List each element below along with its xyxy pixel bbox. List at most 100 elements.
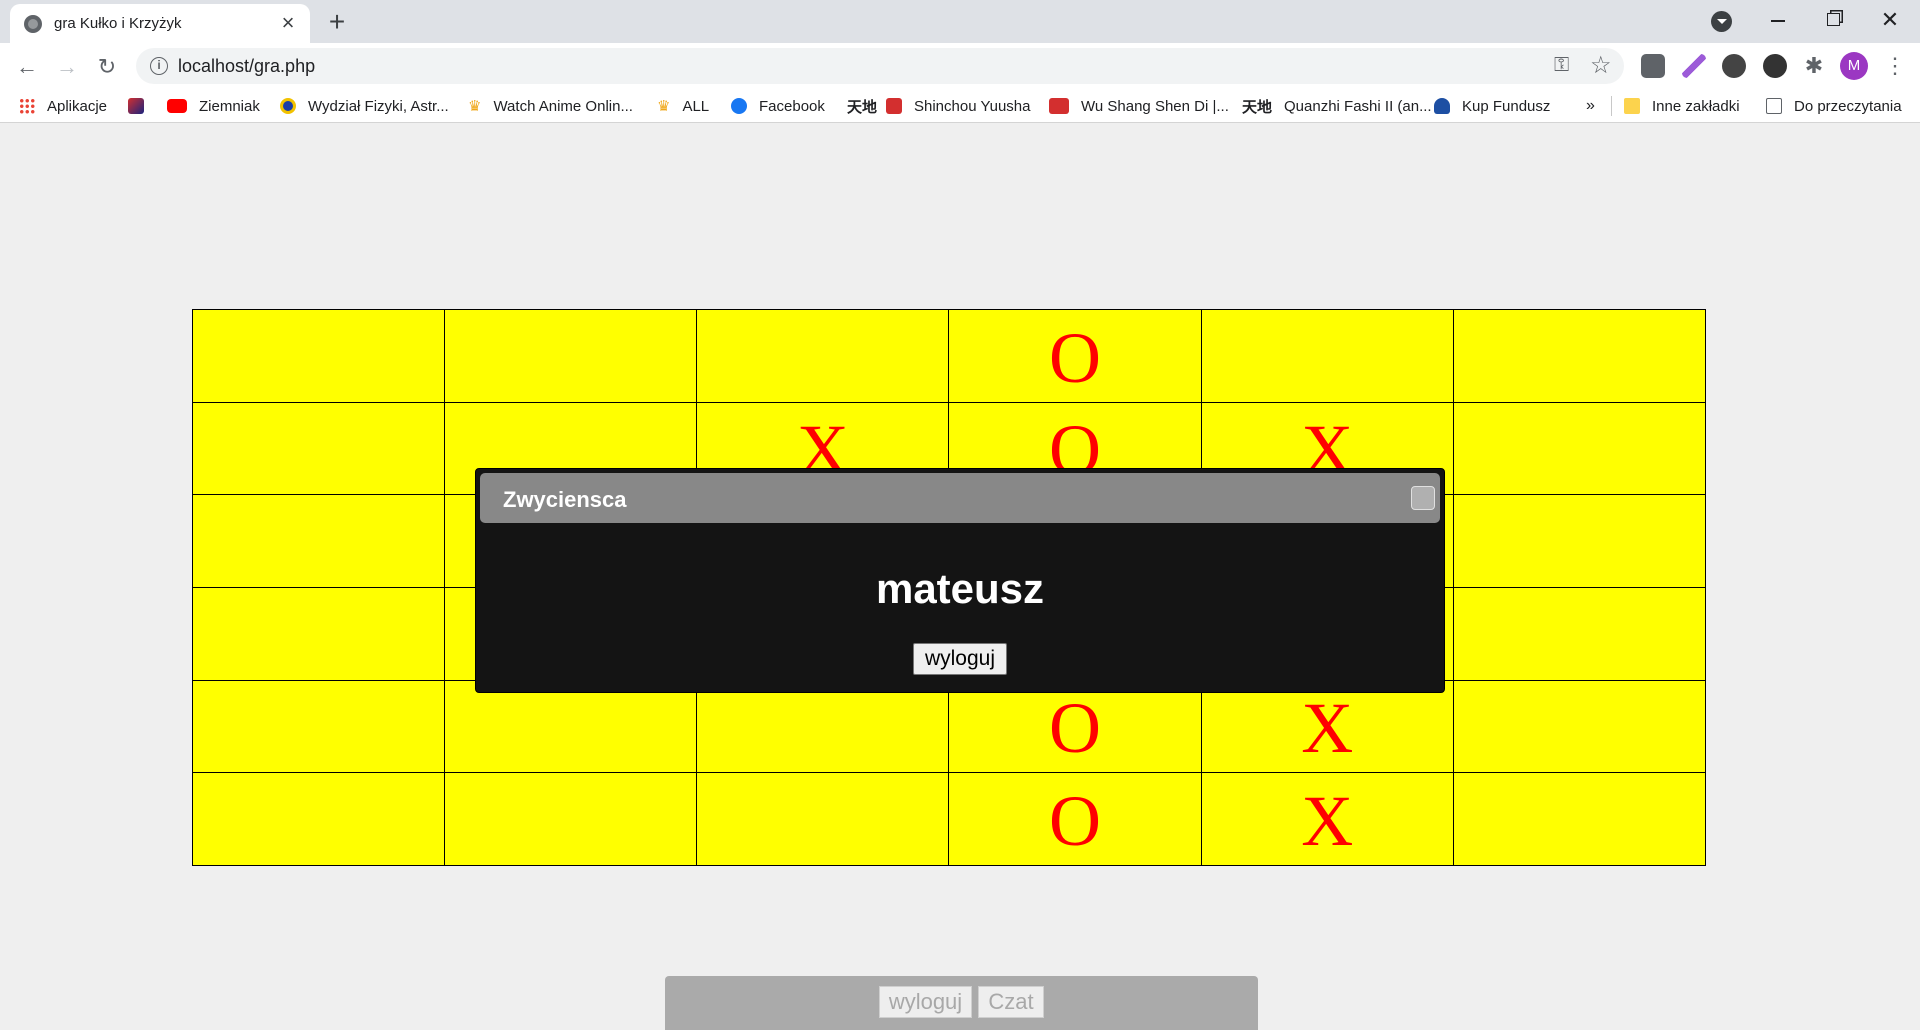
tab-strip: gra Kułko i Krzyżyk × + ✕ [0, 0, 1920, 43]
chat-button[interactable]: Czat [978, 986, 1044, 1018]
extension-icon[interactable] [1641, 54, 1665, 78]
bookmark-label: Inne zakładki [1652, 97, 1740, 115]
accessibility-extension-icon[interactable] [1763, 54, 1787, 78]
extensions-puzzle-icon[interactable]: ✱ [1802, 54, 1826, 78]
page-content: OXOXOXOX Zwyciensca mateusz wyloguj wylo… [0, 124, 1920, 1030]
bookmark-label: Wu Shang Shen Di |... [1081, 97, 1229, 115]
bookmark-facebook[interactable]: Facebook [731, 89, 825, 123]
kanji-icon: 天地 [847, 98, 878, 116]
board-cell[interactable] [191, 772, 446, 866]
minimize-icon [1771, 20, 1785, 22]
board-cell[interactable]: O [948, 309, 1202, 403]
facebook-icon [731, 98, 747, 114]
url-text[interactable]: localhost/gra.php [178, 56, 315, 77]
back-arrow-icon[interactable]: ← [10, 50, 44, 84]
board-cell[interactable] [1452, 586, 1707, 681]
dialog-close-button[interactable] [1411, 486, 1435, 510]
folder-icon [1624, 98, 1640, 114]
bookmark-apps[interactable]: Aplikacje [19, 89, 107, 123]
active-tab[interactable]: gra Kułko i Krzyżyk × [10, 4, 310, 43]
new-tab-button[interactable]: + [322, 8, 352, 38]
window-close-button[interactable]: ✕ [1870, 4, 1910, 36]
board-cell[interactable]: X [1200, 679, 1454, 774]
key-icon[interactable]: ⚿ [1554, 54, 1569, 77]
forward-arrow-icon[interactable]: → [50, 50, 84, 84]
dialog-titlebar[interactable]: Zwyciensca [480, 473, 1440, 523]
bookmark-reading-list[interactable]: Do przeczytania [1766, 89, 1902, 123]
extension-icon[interactable] [1722, 54, 1746, 78]
board-cell[interactable]: O [948, 679, 1202, 774]
board-cell[interactable] [1452, 401, 1707, 496]
bookmark-kanji[interactable]: 天地 [847, 89, 877, 123]
profile-avatar[interactable]: M [1840, 52, 1868, 80]
restore-button[interactable] [1813, 4, 1853, 36]
youtube-icon [167, 99, 187, 113]
bookmark-label: Do przeczytania [1794, 97, 1902, 115]
bookmark-star-icon[interactable]: ☆ [1590, 51, 1612, 80]
bottom-logout-button[interactable]: wyloguj [879, 986, 972, 1018]
winner-name: mateusz [875, 565, 1045, 612]
address-bar[interactable]: i localhost/gra.php ⚿ ☆ [136, 48, 1624, 84]
board-cell[interactable] [444, 309, 698, 403]
bookmark-label: Facebook [759, 97, 825, 115]
bookmark-label: Aplikacje [47, 97, 108, 115]
board-cell[interactable] [1452, 679, 1707, 774]
board-row: OX [191, 679, 1707, 774]
crown-icon: ♛ [468, 98, 482, 115]
apps-grid-icon [19, 98, 35, 114]
board-cell[interactable] [191, 309, 446, 403]
bookmark-image[interactable] [128, 89, 144, 123]
board-cell[interactable] [191, 401, 446, 496]
board-cell[interactable] [1452, 309, 1707, 403]
logout-button[interactable]: wyloguj [913, 643, 1007, 675]
board-cell[interactable] [1452, 772, 1707, 866]
reading-list-icon [1766, 98, 1782, 114]
bookmark-label: Wydział Fizyki, Astr... [308, 97, 449, 115]
board-cell[interactable] [696, 679, 950, 774]
bookmarks-bar: Aplikacje Ziemniak Wydział Fizyki, Astr.… [0, 89, 1920, 123]
w-site-icon [886, 98, 902, 114]
board-cell[interactable] [696, 772, 950, 866]
site-icon [128, 98, 144, 114]
menu-dots-icon[interactable]: ⋮ [1884, 52, 1906, 80]
bookmark-label: Ziemniak [199, 97, 260, 115]
bookmark-quanzhi[interactable]: 天地 Quanzhi Fashi II (an... [1242, 89, 1432, 123]
bookmark-label: Quanzhi Fashi II (an... [1284, 97, 1432, 115]
bookmark-all[interactable]: ♛ ALL [657, 89, 709, 123]
board-cell[interactable] [1200, 309, 1454, 403]
bookmark-label: Watch Anime Onlin... [493, 97, 633, 115]
cda-icon [1049, 98, 1069, 114]
winner-dialog: Zwyciensca mateusz wyloguj [475, 468, 1445, 693]
bookmark-wydzial[interactable]: Wydział Fizyki, Astr... [280, 89, 449, 123]
university-icon [280, 98, 296, 114]
bookmark-label: ALL [682, 97, 710, 115]
minimize-button[interactable] [1758, 4, 1798, 36]
bookmark-shinchou[interactable]: Shinchou Yuusha [886, 89, 1031, 123]
restore-icon [1826, 13, 1840, 26]
bookmark-wushang[interactable]: Wu Shang Shen Di |... [1049, 89, 1229, 123]
reload-icon[interactable]: ↻ [90, 50, 124, 84]
bookmark-watch-anime[interactable]: ♛ Watch Anime Onlin... [468, 89, 633, 123]
globe-icon [24, 14, 42, 33]
board-cell[interactable] [444, 679, 698, 774]
board-cell[interactable] [1452, 494, 1707, 588]
board-cell[interactable]: O [948, 772, 1202, 866]
bookmark-label: Shinchou Yuusha [914, 97, 1031, 115]
board-cell[interactable] [191, 586, 446, 681]
board-cell[interactable]: X [1200, 772, 1454, 866]
bookmark-label: Kup Fundusz [1462, 97, 1551, 115]
bookmarks-overflow-button[interactable]: » [1586, 89, 1595, 123]
site-info-icon[interactable]: i [150, 57, 168, 75]
board-cell[interactable] [696, 309, 950, 403]
tab-close-icon[interactable]: × [276, 11, 300, 36]
board-row: OX [191, 772, 1707, 866]
board-cell[interactable] [191, 494, 446, 588]
tab-search-icon[interactable] [1711, 11, 1732, 32]
bookmark-kup-fundusz[interactable]: Kup Fundusz [1434, 89, 1550, 123]
bottom-bar: wyloguj Czat [665, 976, 1258, 1030]
pen-extension-icon[interactable] [1682, 54, 1706, 78]
board-cell[interactable] [444, 772, 698, 866]
bookmark-other[interactable]: Inne zakładki [1624, 89, 1740, 123]
board-cell[interactable] [191, 679, 446, 774]
bookmark-ziemniak[interactable]: Ziemniak [167, 89, 260, 123]
